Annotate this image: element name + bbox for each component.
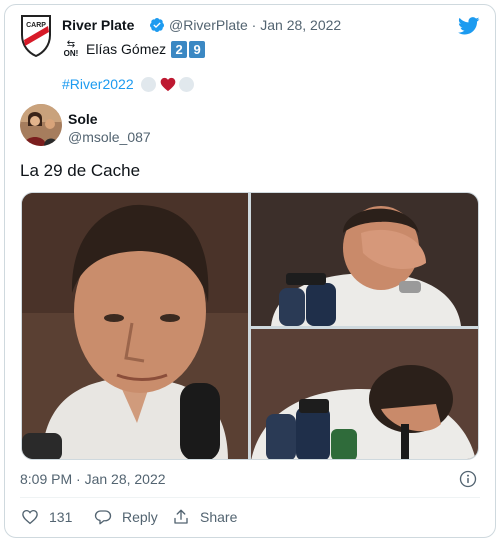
info-icon[interactable] xyxy=(459,470,477,488)
photo-man-covering-eyes[interactable] xyxy=(251,193,478,326)
white-circle-icon xyxy=(178,76,194,92)
tweet-timestamp[interactable]: 8:09 PM · Jan 28, 2022 xyxy=(20,471,166,487)
number-two-keycap: 2 xyxy=(171,40,188,58)
substitution-on-icon: ⇆ ON! xyxy=(62,38,80,58)
white-circle-icon xyxy=(140,76,156,92)
twitter-bird-icon[interactable] xyxy=(458,17,480,35)
number-nine-keycap: 9 xyxy=(189,40,206,58)
quoted-handle-date[interactable]: @RiverPlate · Jan 28, 2022 xyxy=(169,17,341,33)
player-name: Elías Gómez xyxy=(86,41,167,57)
quoted-line-hashtag: #River2022 xyxy=(62,76,194,92)
heart-icon xyxy=(22,509,38,525)
svg-text:CARP: CARP xyxy=(26,22,46,29)
like-button[interactable]: 131 xyxy=(21,508,72,526)
quoted-line-player: ⇆ ON! Elías Gómez 2 9 xyxy=(62,38,206,59)
photo-man-close-up[interactable] xyxy=(22,193,248,459)
share-button[interactable]: Share xyxy=(172,508,237,526)
river-plate-crest-icon[interactable]: CARP xyxy=(19,13,53,57)
swap-arrows-icon: ⇆ xyxy=(66,38,76,50)
divider xyxy=(20,497,480,498)
on-label: ON! xyxy=(63,48,79,58)
reply-author-handle[interactable]: @msole_087 xyxy=(68,129,151,145)
reply-bubble-icon xyxy=(94,510,112,525)
share-icon xyxy=(174,509,188,524)
quoted-author-name[interactable]: River Plate xyxy=(62,17,134,33)
reply-button[interactable]: Reply xyxy=(94,508,158,526)
share-label: Share xyxy=(200,509,238,525)
tweet-media-grid[interactable] xyxy=(21,192,479,460)
like-count: 131 xyxy=(49,509,73,525)
tweet-text: La 29 de Cache xyxy=(20,161,141,180)
hashtag-link[interactable]: #River2022 xyxy=(62,76,134,92)
photo-man-head-down[interactable] xyxy=(251,329,478,459)
verified-badge-icon xyxy=(149,18,164,32)
reply-label: Reply xyxy=(122,509,158,525)
avatar[interactable] xyxy=(20,104,62,146)
red-heart-icon xyxy=(160,77,175,91)
reply-author-name[interactable]: Sole xyxy=(68,111,98,127)
